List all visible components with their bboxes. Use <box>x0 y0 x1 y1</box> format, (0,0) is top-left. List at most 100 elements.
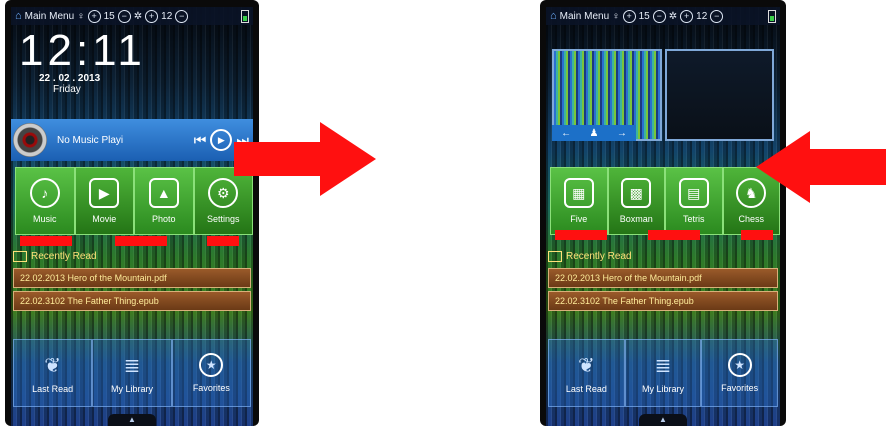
app-tile-music[interactable]: ♪ Music <box>15 167 75 235</box>
book-icon: ❦ <box>44 354 62 377</box>
right-screen: ⌂ Main Menu ♀ + 15 − ✲ + 12 − ← ♟ → ▦ Fi… <box>546 7 780 426</box>
tetris-icon: ▤ <box>678 178 709 208</box>
clock-widget: 12:11 22 . 02 . 2013 Friday <box>19 26 146 96</box>
my-library-button[interactable]: ≣ My Library <box>624 339 702 407</box>
app-label: Settings <box>206 214 240 224</box>
main-menu-label[interactable]: Main Menu <box>25 11 74 22</box>
star-icon: ★ <box>727 353 752 377</box>
minus-icon[interactable]: − <box>710 9 724 23</box>
recent-item[interactable]: 22.02.3102 The Father Thing.epub <box>13 291 251 311</box>
home-icon[interactable]: ⌂ <box>550 10 557 22</box>
app-label: Photo <box>151 214 176 224</box>
arrow-box-icon <box>548 251 562 262</box>
arrow-box-icon <box>13 251 27 262</box>
library-icon: ≣ <box>123 354 141 377</box>
right-phone: ⌂ Main Menu ♀ + 15 − ✲ + 12 − ← ♟ → ▦ Fi… <box>540 0 786 426</box>
recently-read-header: Recently Read <box>13 251 97 262</box>
battery-icon <box>241 9 249 23</box>
thumbnail-nav: ← ♟ → <box>552 125 636 141</box>
brightness-value: 15 <box>638 10 650 22</box>
bottom-label: Favorites <box>192 383 230 393</box>
last-read-button[interactable]: ❦ Last Read <box>13 339 93 407</box>
photo-icon: ▲ <box>148 178 179 208</box>
bottom-label: My Library <box>642 383 685 394</box>
arrow-right-icon[interactable]: → <box>617 128 627 139</box>
app-tile-five[interactable]: ▦ Five <box>550 167 608 235</box>
bottom-bar: ❦ Last Read ≣ My Library ★ Favorites <box>13 339 251 407</box>
red-marker <box>20 236 72 246</box>
plus-icon[interactable]: + <box>145 9 159 23</box>
home-icon[interactable]: ⌂ <box>15 10 22 22</box>
red-arrow-right-icon <box>234 122 376 196</box>
bulb-icon: ♀ <box>612 10 620 22</box>
minus-icon[interactable]: − <box>652 9 666 23</box>
recently-read-label: Recently Read <box>566 251 632 262</box>
status-bar: ⌂ Main Menu ♀ + 15 − ✲ + 12 − <box>546 7 780 25</box>
last-read-button[interactable]: ❦ Last Read <box>548 339 625 407</box>
app-tile-boxman[interactable]: ▩ Boxman <box>607 167 665 235</box>
volume-value: 12 <box>161 10 173 22</box>
previous-icon[interactable]: ⏮ <box>194 132 207 149</box>
app-label: Chess <box>738 214 764 224</box>
boxes-icon: ▩ <box>621 178 652 208</box>
game-tiles: ▦ Five ▩ Boxman ▤ Tetris ♞ Chess <box>550 167 780 235</box>
recent-item[interactable]: 22.02.3102 The Father Thing.epub <box>548 291 778 311</box>
red-marker <box>648 230 700 240</box>
red-marker <box>115 236 167 246</box>
volume-value: 12 <box>696 10 708 22</box>
clock-time: 12:11 <box>19 26 146 75</box>
bottom-label: Last Read <box>565 383 607 394</box>
favorites-button[interactable]: ★ Favorites <box>701 339 779 407</box>
shirt-icon[interactable]: ♟ <box>590 128 599 139</box>
app-tiles: ♪ Music ▶ Movie ▲ Photo ⚙ Settings <box>15 167 253 235</box>
minus-icon[interactable]: − <box>175 9 189 23</box>
music-title: No Music Playi <box>57 134 124 146</box>
plus-icon[interactable]: + <box>680 9 694 23</box>
left-phone: ⌂ Main Menu ♀ + 15 − ✲ + 12 − 12:11 22 .… <box>5 0 259 426</box>
bottom-label: Favorites <box>721 383 759 393</box>
bottom-label: Last Read <box>32 383 74 394</box>
sun-icon: ✲ <box>668 10 678 22</box>
arrow-left-icon[interactable]: ← <box>561 128 571 139</box>
red-marker <box>555 230 607 240</box>
cd-icon <box>13 123 47 157</box>
recently-read-label: Recently Read <box>31 251 97 262</box>
app-label: Movie <box>92 214 117 224</box>
bottom-bar: ❦ Last Read ≣ My Library ★ Favorites <box>548 339 779 407</box>
app-tile-tetris[interactable]: ▤ Tetris <box>665 167 723 235</box>
plus-icon[interactable]: + <box>87 9 101 23</box>
app-label: Boxman <box>619 214 653 224</box>
play-icon[interactable]: ▶ <box>210 129 233 151</box>
recent-item[interactable]: 22.02.2013 Hero of the Mountain.pdf <box>13 268 251 288</box>
favorites-button[interactable]: ★ Favorites <box>171 339 251 407</box>
recent-item[interactable]: 22.02.2013 Hero of the Mountain.pdf <box>548 268 778 288</box>
movie-icon: ▶ <box>89 178 120 208</box>
left-screen: ⌂ Main Menu ♀ + 15 − ✲ + 12 − 12:11 22 .… <box>11 7 253 426</box>
music-icon: ♪ <box>29 178 60 208</box>
my-library-button[interactable]: ≣ My Library <box>92 339 172 407</box>
main-menu-label[interactable]: Main Menu <box>560 11 609 22</box>
battery-icon <box>768 9 776 23</box>
grid-icon: ▦ <box>563 178 594 208</box>
red-marker <box>741 230 773 240</box>
thumbnail-empty[interactable] <box>664 49 774 141</box>
plus-icon[interactable]: + <box>622 9 636 23</box>
music-player[interactable]: No Music Playi ⏮ ▶ ⏭ <box>11 119 253 161</box>
app-tile-movie[interactable]: ▶ Movie <box>74 167 134 235</box>
bulb-icon: ♀ <box>77 10 85 22</box>
up-arrow-icon[interactable]: ▲ <box>108 414 156 426</box>
app-label: Tetris <box>682 214 705 224</box>
sun-icon: ✲ <box>133 10 143 22</box>
app-tile-photo[interactable]: ▲ Photo <box>134 167 194 235</box>
red-arrow-left-icon <box>756 131 886 203</box>
app-label: Five <box>570 214 588 224</box>
book-icon: ❦ <box>577 354 595 377</box>
status-bar: ⌂ Main Menu ♀ + 15 − ✲ + 12 − <box>11 7 253 25</box>
up-arrow-icon[interactable]: ▲ <box>639 414 687 426</box>
library-icon: ≣ <box>654 354 672 377</box>
bottom-label: My Library <box>110 383 153 394</box>
app-label: Music <box>32 214 57 224</box>
minus-icon[interactable]: − <box>117 9 131 23</box>
brightness-value: 15 <box>103 10 115 22</box>
clock-day: Friday <box>53 84 81 95</box>
